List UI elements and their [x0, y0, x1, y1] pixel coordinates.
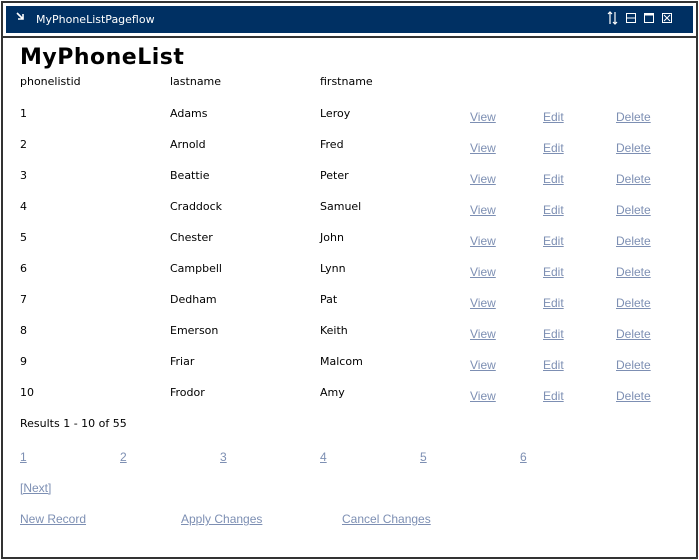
edit-link[interactable]: Edit: [543, 203, 564, 217]
view-link[interactable]: View: [470, 265, 496, 279]
phone-list-content: MyPhoneList phonelistid lastname firstna…: [20, 45, 696, 526]
delete-link[interactable]: Delete: [616, 389, 651, 403]
page-link-1[interactable]: 1: [20, 450, 27, 464]
delete-link[interactable]: Delete: [616, 141, 651, 155]
cell-phonelistid: 6: [20, 262, 27, 275]
column-header-phonelistid: phonelistid: [20, 75, 81, 88]
column-header-firstname: firstname: [320, 75, 373, 88]
page-link-3[interactable]: 3: [220, 450, 227, 464]
cell-phonelistid: 10: [20, 386, 34, 399]
cell-lastname: Friar: [170, 355, 195, 368]
delete-link[interactable]: Delete: [616, 265, 651, 279]
delete-link[interactable]: Delete: [616, 358, 651, 372]
page-link-6[interactable]: 6: [520, 450, 527, 464]
cell-lastname: Dedham: [170, 293, 217, 306]
cell-lastname: Chester: [170, 231, 213, 244]
view-link[interactable]: View: [470, 172, 496, 186]
view-link[interactable]: View: [470, 358, 496, 372]
edit-link[interactable]: Edit: [543, 172, 564, 186]
cell-phonelistid: 9: [20, 355, 27, 368]
cell-firstname: Lynn: [320, 262, 346, 275]
delete-link[interactable]: Delete: [616, 234, 651, 248]
delete-link[interactable]: Delete: [616, 296, 651, 310]
view-link[interactable]: View: [470, 141, 496, 155]
minimize-icon[interactable]: [625, 11, 637, 25]
view-link[interactable]: View: [470, 296, 496, 310]
cell-firstname: Malcom: [320, 355, 363, 368]
cell-phonelistid: 4: [20, 200, 27, 213]
portlet-window: MyPhoneListPageflow MyPhoneList phonelis…: [1, 1, 698, 559]
page-link-5[interactable]: 5: [420, 450, 427, 464]
results-summary-text: Results 1 - 10 of 55: [20, 417, 127, 430]
delete-link[interactable]: Delete: [616, 172, 651, 186]
new-record-link[interactable]: New Record: [20, 512, 86, 526]
title-bar: MyPhoneListPageflow: [5, 5, 694, 34]
view-link[interactable]: View: [470, 110, 496, 124]
cell-phonelistid: 8: [20, 324, 27, 337]
header-divider: [3, 36, 696, 38]
cell-lastname: Beattie: [170, 169, 210, 182]
apply-changes-link[interactable]: Apply Changes: [181, 512, 262, 526]
maximize-icon[interactable]: [643, 11, 655, 25]
cell-firstname: Amy: [320, 386, 345, 399]
view-link[interactable]: View: [470, 234, 496, 248]
edit-link[interactable]: Edit: [543, 141, 564, 155]
edit-link[interactable]: Edit: [543, 234, 564, 248]
restore-arrow-icon[interactable]: [16, 12, 26, 22]
cell-lastname: Campbell: [170, 262, 222, 275]
cell-firstname: Pat: [320, 293, 338, 306]
cell-phonelistid: 2: [20, 138, 27, 151]
cell-lastname: Emerson: [170, 324, 219, 337]
cell-phonelistid: 3: [20, 169, 27, 182]
cell-lastname: Adams: [170, 107, 208, 120]
cell-firstname: Samuel: [320, 200, 362, 213]
view-link[interactable]: View: [470, 327, 496, 341]
delete-link[interactable]: Delete: [616, 110, 651, 124]
page-link-2[interactable]: 2: [120, 450, 127, 464]
next-page-link[interactable]: [Next]: [20, 481, 51, 495]
edit-link[interactable]: Edit: [543, 265, 564, 279]
column-header-lastname: lastname: [170, 75, 222, 88]
close-icon[interactable]: [661, 11, 673, 25]
edit-link[interactable]: Edit: [543, 296, 564, 310]
page-title: MyPhoneList: [20, 45, 185, 70]
view-link[interactable]: View: [470, 389, 496, 403]
edit-link[interactable]: Edit: [543, 358, 564, 372]
move-updown-icon[interactable]: [607, 11, 619, 25]
cell-phonelistid: 7: [20, 293, 27, 306]
page-link-4[interactable]: 4: [320, 450, 327, 464]
cell-lastname: Arnold: [170, 138, 206, 151]
cancel-changes-link[interactable]: Cancel Changes: [342, 512, 431, 526]
cell-firstname: John: [320, 231, 344, 244]
cell-lastname: Craddock: [170, 200, 223, 213]
cell-firstname: Leroy: [320, 107, 351, 120]
edit-link[interactable]: Edit: [543, 327, 564, 341]
cell-firstname: Fred: [320, 138, 344, 151]
delete-link[interactable]: Delete: [616, 327, 651, 341]
edit-link[interactable]: Edit: [543, 389, 564, 403]
view-link[interactable]: View: [470, 203, 496, 217]
cell-firstname: Keith: [320, 324, 348, 337]
cell-lastname: Frodor: [170, 386, 205, 399]
delete-link[interactable]: Delete: [616, 203, 651, 217]
cell-phonelistid: 5: [20, 231, 27, 244]
window-title: MyPhoneListPageflow: [36, 13, 155, 26]
edit-link[interactable]: Edit: [543, 110, 564, 124]
cell-phonelistid: 1: [20, 107, 27, 120]
cell-firstname: Peter: [320, 169, 349, 182]
